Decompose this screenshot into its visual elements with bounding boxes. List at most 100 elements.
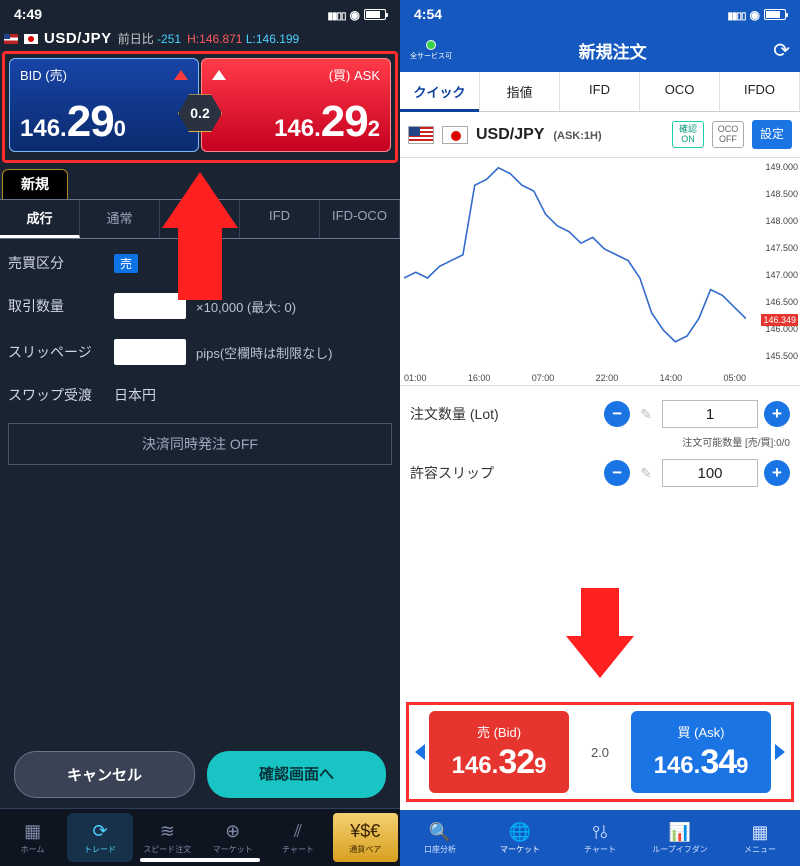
slip-minus-button[interactable]: − [604,460,630,486]
y-axis: 149.000148.500148.000147.500147.000146.5… [748,158,798,365]
price-chart[interactable]: 149.000148.500148.000147.500147.000146.5… [400,158,800,386]
flag-us-icon [4,34,18,44]
pencil-icon[interactable]: ✎ [636,406,656,423]
bid-price: 146.329 [452,743,547,782]
tab-normal[interactable]: 通常 [80,200,160,238]
settings-button[interactable]: 設定 [752,120,792,149]
swap-value: 日本円 [114,385,156,405]
price-panel-left: BID (売) 146.290 (買) ASK 146.292 0.2 [2,51,398,163]
confirm-button[interactable]: 確認画面へ [207,751,386,798]
home-indicator [140,858,260,862]
annotation-arrow-down-icon [566,588,634,678]
status-bar-right: 4:54 [400,0,800,28]
tab-ifdo[interactable]: IFDO [720,72,800,111]
currency-icon: ¥$€ [350,821,380,842]
day-diff: 前日比 -251 [118,30,181,47]
spread-label: 2.0 [569,745,631,760]
nav-account[interactable]: 🔍口座分析 [400,810,480,866]
service-status[interactable]: 全サービス可 [410,40,452,61]
status-icons [328,6,387,22]
slip-suffix: pips(空欄時は制限なし) [196,343,333,362]
x-axis: 01:0016:0007:0022:0014:0005:00 [404,373,746,383]
nav-loop[interactable]: 📊ループイフダン [640,810,720,866]
qty-label: 注文数量 (Lot) [410,404,598,424]
slip-plus-button[interactable]: + [764,460,790,486]
high-low: H:146.871 L:146.199 [187,32,299,46]
chevron-left-icon[interactable] [415,744,425,760]
globe-icon: ⊕ [225,821,240,842]
tab-quick[interactable]: クイック [400,72,480,111]
flag-us-icon [408,126,434,144]
chip-oco-off[interactable]: OCO OFF [712,121,744,149]
header-right: 全サービス可 新規注文 ⟳ [400,28,800,72]
nav-chart[interactable]: ⫯⫰チャート [560,810,640,866]
bid-card[interactable]: BID (売) 146.290 [9,58,199,152]
chip-confirm-on[interactable]: 確認 ON [672,121,704,149]
left-app: 4:49 USD/JPY 前日比 -251 H:146.871 L:146.19… [0,0,400,866]
slip-label: 許容スリップ [410,463,598,483]
bid-label: 売 (Bid) [477,722,521,741]
chevron-right-icon[interactable] [775,744,785,760]
last-price-badge: 146.349 [761,314,798,326]
nav-currency[interactable]: ¥$€通貨ペア [333,813,398,862]
ask-price: 146.349 [654,743,749,782]
globe-icon: 🌐 [509,822,531,843]
chart-icon: ⫽ [294,821,302,842]
grid-icon: ▦ [24,821,41,842]
qty-minus-button[interactable]: − [604,401,630,427]
ask-price: 146.292 [212,97,380,147]
nav-trade[interactable]: ⟳トレード [67,813,132,862]
tab-ifd[interactable]: IFD [240,200,320,238]
refresh-icon[interactable]: ⟳ [773,38,790,63]
tab-oco[interactable]: OCO [640,72,720,111]
bars-icon: 📊 [669,822,691,843]
signal-icon [728,6,746,22]
right-app: 4:54 全サービス可 新規注文 ⟳ クイック 指値 IFD OCO IFDO [400,0,800,866]
bid-button[interactable]: 売 (Bid) 146.329 [429,711,569,793]
pencil-icon[interactable]: ✎ [636,465,656,482]
qty-label: 取引数量 [8,296,104,316]
tab-ifd-oco[interactable]: IFD-OCO [320,200,400,238]
bid-label: BID (売) [20,65,67,84]
nav-market[interactable]: 🌐マーケット [480,810,560,866]
tab-ifd[interactable]: IFD [560,72,640,111]
pair-symbol[interactable]: USD/JPY (ASK:1H) [476,126,664,144]
wifi-icon [350,6,360,22]
ask-button[interactable]: 買 (Ask) 146.349 [631,711,771,793]
page-title: 新規注文 [579,38,647,63]
qty-input[interactable]: 1 [662,400,758,428]
nav-menu[interactable]: ▦メニュー [720,810,800,866]
bottom-nav-right: 🔍口座分析 🌐マーケット ⫯⫰チャート 📊ループイフダン ▦メニュー [400,810,800,866]
settle-off-row[interactable]: 決済同時発注 OFF [8,423,392,465]
status-bar-left: 4:49 [0,0,400,28]
side-badge-sell[interactable]: 売 [114,254,138,273]
nav-chart[interactable]: ⫽チャート [265,809,330,866]
flag-jp-icon [442,126,468,144]
slip-label: スリッページ [8,342,104,362]
slip-input[interactable]: 100 [662,459,758,487]
cancel-button[interactable]: キャンセル [14,751,195,798]
order-form-right: 注文数量 (Lot) − ✎ 1 + 注文可能数量 [売/買]:0/0 許容スリ… [400,386,800,493]
pair-header: USD/JPY 前日比 -251 H:146.871 L:146.199 [0,28,400,51]
bid-price: 146.290 [20,97,188,147]
grid-icon: ▦ [751,822,768,843]
annotation-arrow-up-icon [162,172,238,300]
clock: 4:49 [14,6,42,22]
chart-plot [404,162,746,365]
arrow-up-icon [212,70,226,80]
candle-icon: ⫯⫰ [592,822,608,843]
wifi-icon [750,6,760,22]
slip-input[interactable] [114,339,186,365]
pair-symbol[interactable]: USD/JPY [44,30,112,47]
tab-market[interactable]: 成行 [0,200,80,238]
swap-label: スワップ受渡 [8,385,104,405]
side-label: 売買区分 [8,253,104,273]
ask-card[interactable]: (買) ASK 146.292 [201,58,391,152]
arrow-up-icon [174,70,188,80]
nav-home[interactable]: ▦ホーム [0,809,65,866]
tab-limit[interactable]: 指値 [480,72,560,111]
clock: 4:54 [414,6,442,22]
qty-plus-button[interactable]: + [764,401,790,427]
tab-new-order[interactable]: 新規 [2,169,68,199]
pair-row-right: USD/JPY (ASK:1H) 確認 ON OCO OFF 設定 [400,112,800,158]
